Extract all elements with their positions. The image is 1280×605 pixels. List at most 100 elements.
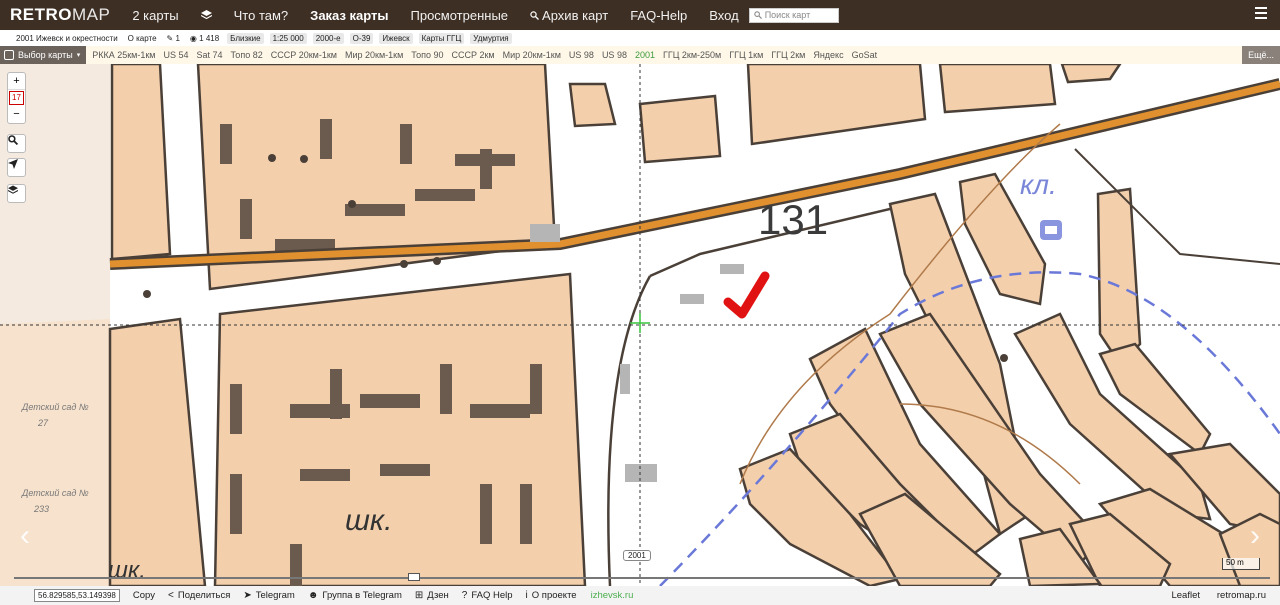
view-count: ◉ 1 418 <box>188 33 221 44</box>
more-layers-button[interactable]: Ещё... <box>1242 46 1280 64</box>
layer-list: РККА 25км-1км US 54 Sat 74 Топо 82 СССР 20км… <box>92 50 877 60</box>
nav-two-maps[interactable]: 2 карты <box>132 8 178 23</box>
search-icon <box>530 10 540 20</box>
leaflet-link[interactable]: Leaflet <box>1171 590 1200 601</box>
nav-archive[interactable]: Архив карт <box>530 8 608 23</box>
map-select-label: Выбор карты <box>18 50 73 60</box>
nav-login[interactable]: Вход <box>709 8 738 23</box>
zoom-control: + 17 − <box>7 72 26 124</box>
tag-ggc[interactable]: Карты ГГЦ <box>418 32 465 44</box>
logo-retro: RETRO <box>10 5 72 24</box>
map-view[interactable]: 131 кл. шк. шк. Детский сад № 27 Детский… <box>0 64 1280 586</box>
zoom-level: 17 <box>9 91 24 105</box>
logo-map: MAP <box>72 5 111 24</box>
about-map-link[interactable]: О карте <box>126 33 159 44</box>
next-map-arrow[interactable]: › <box>1244 516 1266 556</box>
tag-decade[interactable]: 2000-е <box>312 32 344 44</box>
locate-button[interactable] <box>7 158 26 177</box>
about-label: О проекте <box>531 590 577 601</box>
share-link[interactable]: < Поделиться <box>168 590 230 601</box>
layer-option[interactable]: Sat 74 <box>196 50 222 60</box>
layer-option[interactable]: Топо 82 <box>231 50 263 60</box>
main-nav: 2 карты Что там? Заказ карты Просмотренн… <box>132 8 738 23</box>
info-icon: i <box>525 590 528 601</box>
zoom-in-button[interactable]: + <box>8 73 25 90</box>
map-canvas: 131 кл. шк. шк. Детский сад № 27 Детский… <box>0 64 1280 586</box>
layer-option[interactable]: 2001 <box>635 50 655 60</box>
layer-option[interactable]: СССР 2км <box>451 50 494 60</box>
layer-option[interactable]: Яндекс <box>813 50 843 60</box>
layer-option[interactable]: GoSat <box>852 50 878 60</box>
layer-option[interactable]: ГГЦ 2км-250м <box>663 50 721 60</box>
plus-square-icon: ⊞ <box>414 590 424 601</box>
copy-button[interactable]: Copy <box>133 590 155 601</box>
road-number-label: 131 <box>758 196 828 243</box>
layer-selector-bar: Выбор карты ▾ РККА 25км-1км US 54 Sat 74 То… <box>0 46 1280 64</box>
nav-layers[interactable] <box>200 8 212 23</box>
hamburger-menu-icon[interactable] <box>1255 7 1267 21</box>
prev-map-arrow[interactable]: ‹ <box>14 516 36 556</box>
layer-option[interactable]: ГГЦ 1км <box>729 50 763 60</box>
retromap-link[interactable]: retromap.ru <box>1217 590 1266 601</box>
edit-icon: ✎ <box>166 33 174 43</box>
layer-option[interactable]: ГГЦ 2км <box>771 50 805 60</box>
telegram-icon: ➤ <box>243 590 252 601</box>
layer-option[interactable]: US 98 <box>569 50 594 60</box>
about-link[interactable]: iО проекте <box>526 590 577 601</box>
tag-scale[interactable]: 1:25 000 <box>269 32 307 44</box>
cemetery-label: кл. <box>1020 169 1057 200</box>
layers-button[interactable] <box>7 184 26 203</box>
kindergarten-label-1: Детский сад № <box>21 402 89 412</box>
tag-region[interactable]: Удмуртия <box>470 32 512 44</box>
share-icon: < <box>168 590 174 601</box>
chevron-down-icon: ▾ <box>76 52 81 59</box>
layers-icon <box>8 185 18 194</box>
opacity-slider-track[interactable] <box>14 577 1270 579</box>
nav-order-map[interactable]: Заказ карты <box>310 8 388 23</box>
layer-option[interactable]: РККА 25км-1км <box>92 50 155 60</box>
tag-city[interactable]: Ижевск <box>379 32 413 44</box>
bottom-bar: 56.829585,53.149398 Copy < Поделиться ➤ Te… <box>0 586 1280 605</box>
search-icon <box>753 11 762 19</box>
nav-archive-label: Архив карт <box>542 7 609 23</box>
faq-label: FAQ Help <box>471 590 513 601</box>
map-search-input[interactable]: Поиск карт <box>748 7 839 23</box>
question-icon: ? <box>461 590 468 601</box>
opacity-slider-handle[interactable] <box>408 573 420 581</box>
nav-what-there[interactable]: Что там? <box>234 8 289 23</box>
telegram-group-label: Группа в Telegram <box>322 590 402 601</box>
tag-nearby[interactable]: Близкие <box>227 32 264 44</box>
dzen-label: Дзен <box>427 590 449 601</box>
year-tag: 2001 <box>623 550 651 561</box>
faq-link[interactable]: ? FAQ Help <box>462 590 513 601</box>
tag-sheet[interactable]: О-39 <box>349 32 374 44</box>
layer-option[interactable]: US 54 <box>163 50 188 60</box>
view-count-value: 1 418 <box>199 33 220 43</box>
nav-faq[interactable]: FAQ-Help <box>630 8 687 23</box>
telegram-group-link[interactable]: ☻ Группа в Telegram <box>308 590 402 601</box>
nav-viewed[interactable]: Просмотренные <box>411 8 509 23</box>
layer-option[interactable]: Мир 20км-1км <box>503 50 561 60</box>
layer-option[interactable]: СССР 20км-1км <box>271 50 337 60</box>
izhevsk-site-link[interactable]: izhevsk.ru <box>591 590 634 601</box>
search-map-button[interactable] <box>7 134 26 153</box>
layer-option[interactable]: Топо 90 <box>411 50 443 60</box>
top-navigation-bar: RETROMAP 2 карты Что там? Заказ карты Пр… <box>0 0 1280 30</box>
search-placeholder: Поиск карт <box>764 10 811 20</box>
coordinates-field[interactable]: 56.829585,53.149398 <box>34 589 120 602</box>
share-label: Поделиться <box>177 590 231 601</box>
retromap-logo[interactable]: RETROMAP <box>10 5 110 25</box>
edit-count-value: 1 <box>175 33 180 43</box>
school-label: шк. <box>345 504 392 537</box>
location-arrow-icon <box>8 159 18 169</box>
map-select-dropdown[interactable]: Выбор карты ▾ <box>0 46 87 64</box>
kindergarten-label-2: Детский сад № <box>21 488 89 498</box>
layer-option[interactable]: Мир 20км-1км <box>345 50 403 60</box>
map-name[interactable]: 2001 Ижевск и окрестности <box>14 33 120 44</box>
telegram-link[interactable]: ➤ Telegram <box>243 590 294 601</box>
school-label-2: шк. <box>108 557 146 584</box>
dzen-link[interactable]: ⊞ Дзен <box>415 590 449 601</box>
layer-option[interactable]: US 98 <box>602 50 627 60</box>
zoom-out-button[interactable]: − <box>8 106 25 123</box>
users-icon: ☻ <box>307 590 319 601</box>
